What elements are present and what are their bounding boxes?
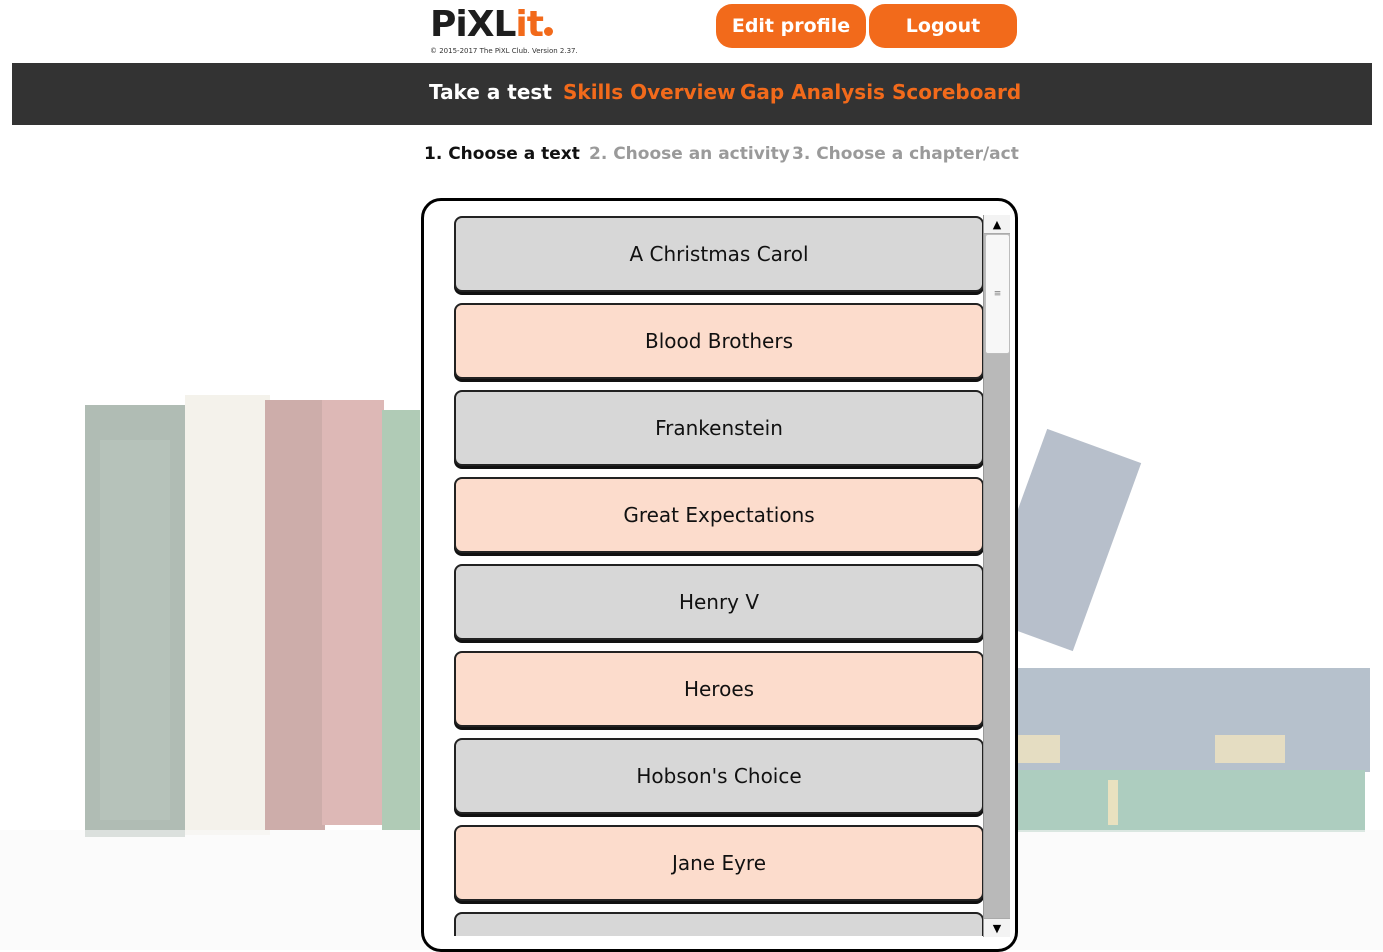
nav-skills-overview[interactable]: Skills Overview — [563, 80, 736, 104]
logo-text: PiXLit — [430, 4, 544, 45]
text-list[interactable]: A Christmas Carol Blood Brothers Franken… — [454, 216, 984, 936]
text-item-great-expectations[interactable]: Great Expectations — [454, 477, 984, 553]
text-item-partial[interactable] — [454, 912, 984, 936]
step-choose-text: 1. Choose a text — [424, 144, 580, 164]
main-navbar: Take a test Skills Overview Gap Analysis… — [12, 63, 1372, 125]
scrollbar-thumb[interactable]: ≡ — [985, 234, 1010, 354]
step-choose-activity: 2. Choose an activity — [589, 144, 790, 164]
text-item-hobsons-choice[interactable]: Hobson's Choice — [454, 738, 984, 814]
pixlit-logo: PiXLit — [430, 5, 578, 45]
text-item-jane-eyre[interactable]: Jane Eyre — [454, 825, 984, 901]
text-item-a-christmas-carol[interactable]: A Christmas Carol — [454, 216, 984, 292]
step-choose-chapter: 3. Choose a chapter/act — [792, 144, 1019, 164]
text-item-frankenstein[interactable]: Frankenstein — [454, 390, 984, 466]
text-item-heroes[interactable]: Heroes — [454, 651, 984, 727]
logout-button[interactable]: Logout — [869, 4, 1017, 48]
logo-block: PiXLit © 2015-2017 The PiXL Club. Versio… — [430, 5, 578, 56]
grip-icon: ≡ — [993, 289, 1002, 299]
list-scrollbar[interactable]: ▲ ≡ ▼ — [983, 215, 1010, 937]
logo-dot-icon — [543, 27, 553, 36]
arrow-down-icon[interactable]: ▼ — [984, 918, 1010, 937]
text-list-panel: A Christmas Carol Blood Brothers Franken… — [421, 198, 1018, 952]
copyright-text: © 2015-2017 The PiXL Club. Version 2.37. — [430, 47, 578, 55]
arrow-up-icon[interactable]: ▲ — [984, 215, 1010, 234]
nav-scoreboard[interactable]: Scoreboard — [892, 80, 1021, 104]
nav-gap-analysis[interactable]: Gap Analysis — [740, 80, 885, 104]
text-item-henry-v[interactable]: Henry V — [454, 564, 984, 640]
text-item-blood-brothers[interactable]: Blood Brothers — [454, 303, 984, 379]
nav-take-a-test[interactable]: Take a test — [429, 80, 552, 104]
edit-profile-button[interactable]: Edit profile — [716, 4, 866, 48]
